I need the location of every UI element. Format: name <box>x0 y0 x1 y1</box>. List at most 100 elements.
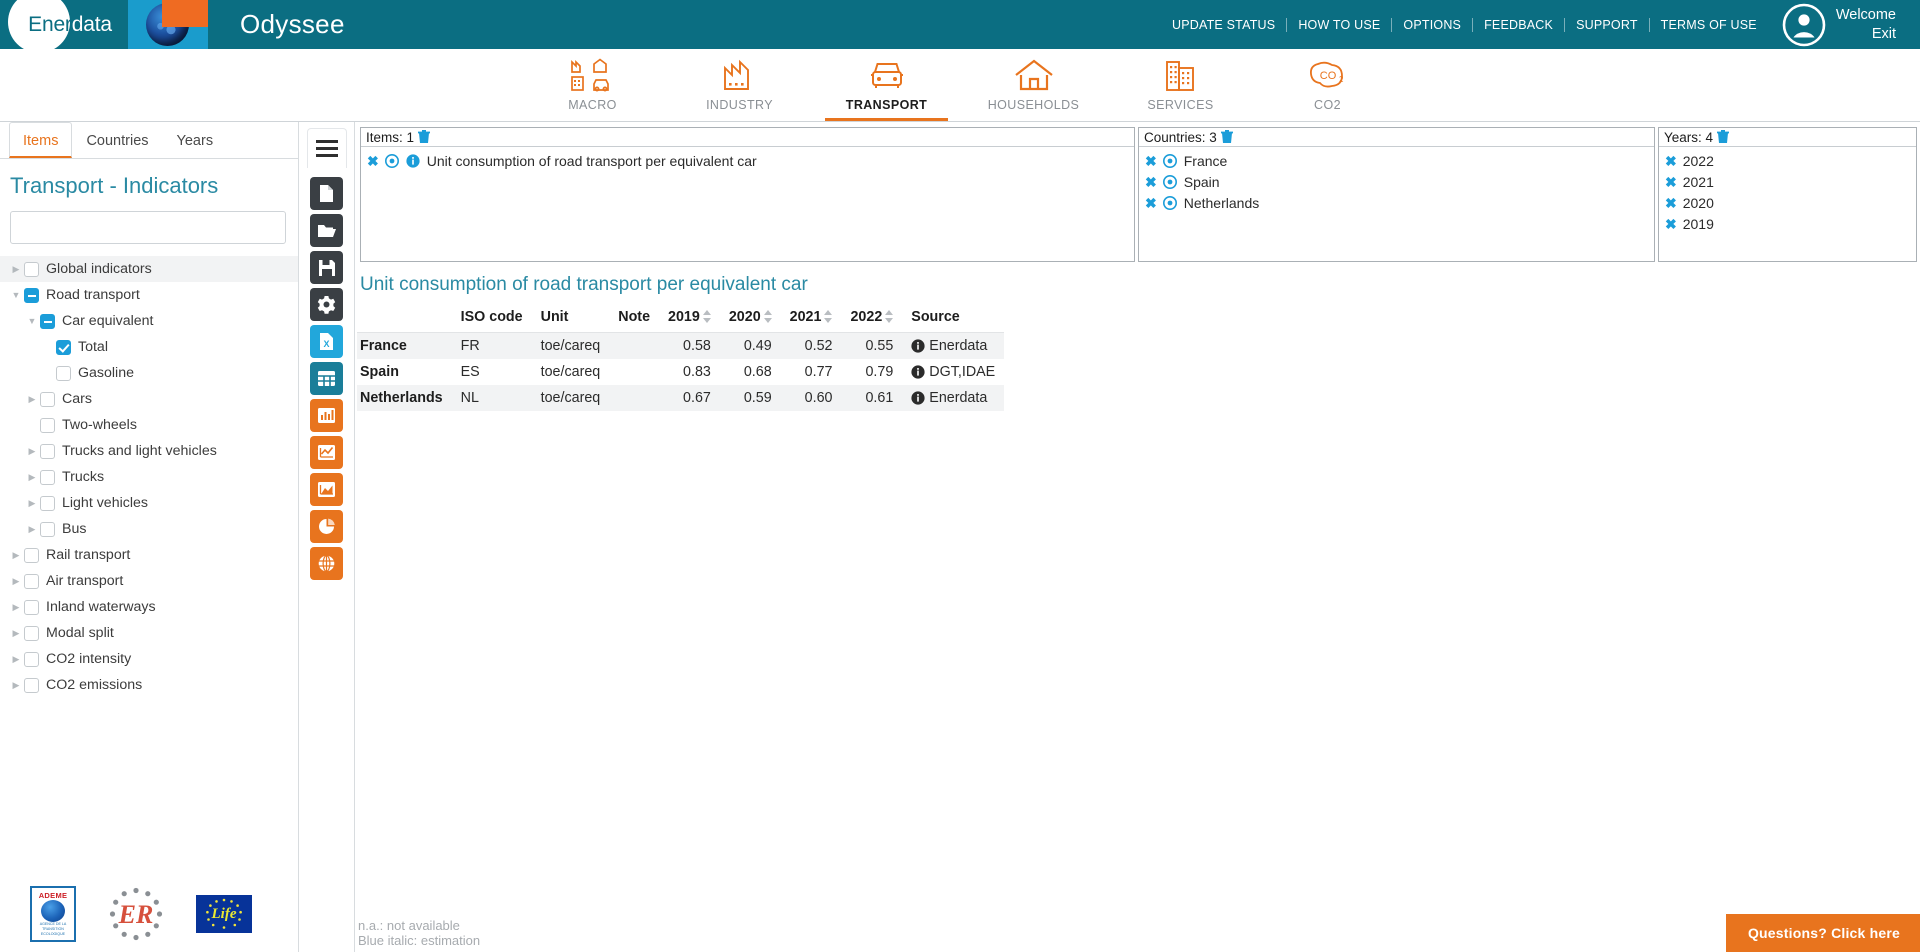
sort-arrows-icon[interactable] <box>764 310 772 323</box>
caret-right-icon[interactable]: ▶ <box>24 394 40 405</box>
tree-item-air-transport[interactable]: ▶Air transport <box>0 568 298 594</box>
tree-checkbox[interactable] <box>40 496 55 511</box>
section-transport[interactable]: TRANSPORT <box>813 48 960 121</box>
tree-checkbox[interactable] <box>56 366 71 381</box>
visibility-eye-icon[interactable] <box>1163 196 1177 210</box>
tree-item-bus[interactable]: ▶Bus <box>0 516 298 542</box>
tree-item-trucks-and-light-vehicles[interactable]: ▶Trucks and light vehicles <box>0 438 298 464</box>
tree-item-inland-waterways[interactable]: ▶Inland waterways <box>0 594 298 620</box>
tree-item-road-transport[interactable]: ▼Road transport <box>0 282 298 308</box>
remove-country-icon[interactable]: ✖ <box>1145 175 1157 189</box>
clear-years-trash-icon[interactable] <box>1717 130 1729 144</box>
pie-chart-icon[interactable] <box>310 510 343 543</box>
exit-link[interactable]: Exit <box>1836 25 1896 44</box>
visibility-eye-icon[interactable] <box>1163 175 1177 189</box>
tab-years[interactable]: Years <box>163 122 228 158</box>
nav-terms-of-use[interactable]: TERMS OF USE <box>1650 18 1768 32</box>
caret-right-icon[interactable]: ▶ <box>8 602 24 613</box>
caret-down-icon[interactable]: ▼ <box>24 316 40 326</box>
tree-checkbox[interactable] <box>24 600 39 615</box>
new-document-icon[interactable] <box>310 177 343 210</box>
nav-feedback[interactable]: FEEDBACK <box>1473 18 1565 32</box>
sort-arrows-icon[interactable] <box>885 310 893 323</box>
user-avatar-icon[interactable] <box>1782 3 1826 47</box>
map-globe-icon[interactable] <box>310 547 343 580</box>
tree-checkbox[interactable] <box>40 470 55 485</box>
caret-right-icon[interactable]: ▶ <box>8 680 24 691</box>
remove-year-icon[interactable]: ✖ <box>1665 175 1677 189</box>
tree-checkbox[interactable] <box>24 288 39 303</box>
sort-arrows-icon[interactable] <box>824 310 832 323</box>
caret-down-icon[interactable]: ▼ <box>8 290 24 300</box>
tree-item-trucks[interactable]: ▶Trucks <box>0 464 298 490</box>
tree-item-co2-intensity[interactable]: ▶CO2 intensity <box>0 646 298 672</box>
selected-year-row[interactable]: ✖2021 <box>1659 171 1916 192</box>
tree-checkbox[interactable] <box>40 418 55 433</box>
tree-item-modal-split[interactable]: ▶Modal split <box>0 620 298 646</box>
open-folder-icon[interactable] <box>310 214 343 247</box>
tree-item-global-indicators[interactable]: ▶Global indicators <box>0 256 298 282</box>
col-2022[interactable]: 2022 <box>841 306 902 333</box>
selected-country-row[interactable]: ✖Spain <box>1139 171 1654 192</box>
tree-checkbox[interactable] <box>24 574 39 589</box>
tree-checkbox[interactable] <box>56 340 71 355</box>
col-2019[interactable]: 2019 <box>659 306 720 333</box>
tab-countries[interactable]: Countries <box>72 122 162 158</box>
tree-checkbox[interactable] <box>40 314 55 329</box>
nav-how-to-use[interactable]: HOW TO USE <box>1287 18 1392 32</box>
remove-item-icon[interactable]: ✖ <box>367 154 379 168</box>
caret-right-icon[interactable]: ▶ <box>8 628 24 639</box>
tree-item-two-wheels[interactable]: Two-wheels <box>0 412 298 438</box>
section-services[interactable]: SERVICES <box>1107 48 1254 121</box>
caret-right-icon[interactable]: ▶ <box>8 264 24 275</box>
tree-checkbox[interactable] <box>24 678 39 693</box>
enerdata-logo[interactable]: Enerdata <box>0 0 128 49</box>
user-account-block[interactable]: Welcome Exit <box>1768 3 1914 47</box>
remove-year-icon[interactable]: ✖ <box>1665 154 1677 168</box>
caret-right-icon[interactable]: ▶ <box>8 654 24 665</box>
visibility-eye-icon[interactable] <box>1163 154 1177 168</box>
caret-right-icon[interactable]: ▶ <box>8 576 24 587</box>
selected-country-row[interactable]: ✖Netherlands <box>1139 192 1654 213</box>
item-info-icon[interactable] <box>406 154 420 168</box>
settings-gear-icon[interactable] <box>310 288 343 321</box>
source-info-icon[interactable] <box>911 365 925 379</box>
tree-item-gasoline[interactable]: Gasoline <box>0 360 298 386</box>
bar-chart-icon[interactable] <box>310 399 343 432</box>
section-co2[interactable]: CO 2 CO2 <box>1254 48 1401 121</box>
table-view-icon[interactable] <box>310 362 343 395</box>
hamburger-menu-icon[interactable] <box>307 128 347 168</box>
tree-item-co2-emissions[interactable]: ▶CO2 emissions <box>0 672 298 698</box>
clear-countries-trash-icon[interactable] <box>1221 130 1233 144</box>
selected-year-row[interactable]: ✖2020 <box>1659 192 1916 213</box>
selected-year-row[interactable]: ✖2022 <box>1659 150 1916 171</box>
caret-right-icon[interactable]: ▶ <box>24 446 40 457</box>
nav-options[interactable]: OPTIONS <box>1392 18 1473 32</box>
caret-right-icon[interactable]: ▶ <box>8 550 24 561</box>
source-info-icon[interactable] <box>911 391 925 405</box>
tree-checkbox[interactable] <box>24 262 39 277</box>
line-chart-icon[interactable] <box>310 436 343 469</box>
remove-country-icon[interactable]: ✖ <box>1145 196 1157 210</box>
questions-help-button[interactable]: Questions? Click here <box>1726 914 1920 952</box>
tree-checkbox[interactable] <box>24 652 39 667</box>
col-2020[interactable]: 2020 <box>720 306 781 333</box>
section-industry[interactable]: INDUSTRY <box>666 48 813 121</box>
tree-checkbox[interactable] <box>40 392 55 407</box>
tree-checkbox[interactable] <box>40 444 55 459</box>
tab-items[interactable]: Items <box>9 122 72 158</box>
clear-items-trash-icon[interactable] <box>418 130 430 144</box>
col-2021[interactable]: 2021 <box>781 306 842 333</box>
visibility-eye-icon[interactable] <box>385 154 399 168</box>
selected-item-row[interactable]: ✖ Unit consumption of road transport per… <box>361 150 1134 171</box>
search-input[interactable] <box>10 211 286 244</box>
section-macro[interactable]: MACRO <box>519 48 666 121</box>
remove-country-icon[interactable]: ✖ <box>1145 154 1157 168</box>
tree-item-cars[interactable]: ▶Cars <box>0 386 298 412</box>
selected-year-row[interactable]: ✖2019 <box>1659 213 1916 234</box>
sort-arrows-icon[interactable] <box>703 310 711 323</box>
nav-support[interactable]: SUPPORT <box>1565 18 1650 32</box>
nav-update-status[interactable]: UPDATE STATUS <box>1161 18 1287 32</box>
tree-checkbox[interactable] <box>40 522 55 537</box>
tree-checkbox[interactable] <box>24 626 39 641</box>
